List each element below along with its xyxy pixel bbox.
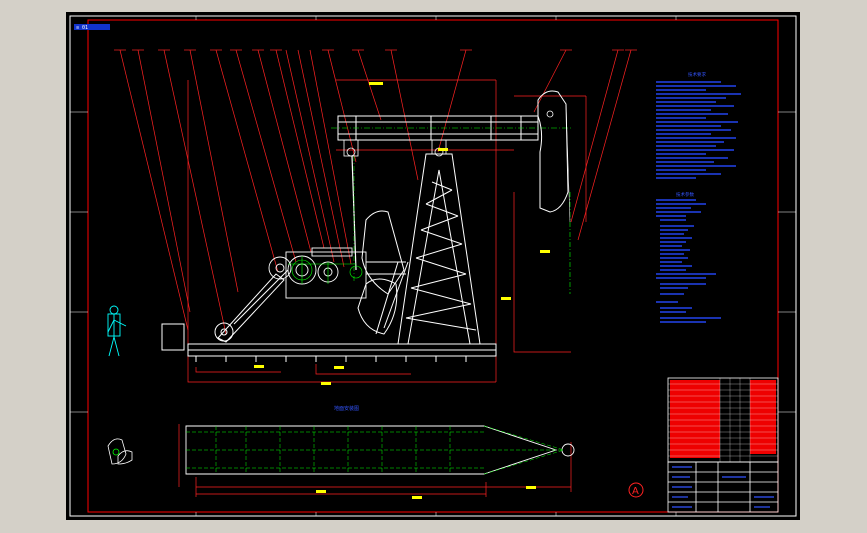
motor-drive: [214, 269, 289, 343]
cad-drawing: ≡ 01 地面安装图 技术要求 技术参数 A: [69, 15, 797, 517]
human-figure-icon: [107, 305, 127, 357]
wireline: [565, 103, 571, 223]
crank-assembly: [268, 247, 406, 299]
workpiece-icon: [107, 438, 133, 465]
revision-mark: A: [632, 486, 639, 497]
notes-block-1: [656, 81, 741, 179]
dimension-markers: [254, 82, 550, 499]
leader-lines: [119, 49, 632, 335]
control-cabinet: [161, 323, 185, 351]
drawing-tag-label: ≡ 01: [76, 25, 88, 31]
dimension-frames: [178, 79, 587, 497]
horse-head: [537, 90, 569, 213]
base-frame: [187, 343, 497, 362]
notes-heading-2: 技术参数: [676, 191, 694, 198]
samson-post: [375, 153, 481, 345]
title-block-text: [672, 466, 774, 508]
counterweight: [357, 210, 405, 335]
notes-heading-1: 技术要求: [688, 71, 706, 78]
parts-list-table: [667, 377, 779, 463]
foundation-bolt-grid: [186, 425, 565, 475]
section-title: 地面安装图: [334, 405, 359, 412]
notes-block-2: [656, 199, 721, 323]
cad-viewport[interactable]: ≡ 01 地面安装图 技术要求 技术参数 A: [66, 12, 800, 520]
horse-head-pin: [546, 110, 554, 118]
